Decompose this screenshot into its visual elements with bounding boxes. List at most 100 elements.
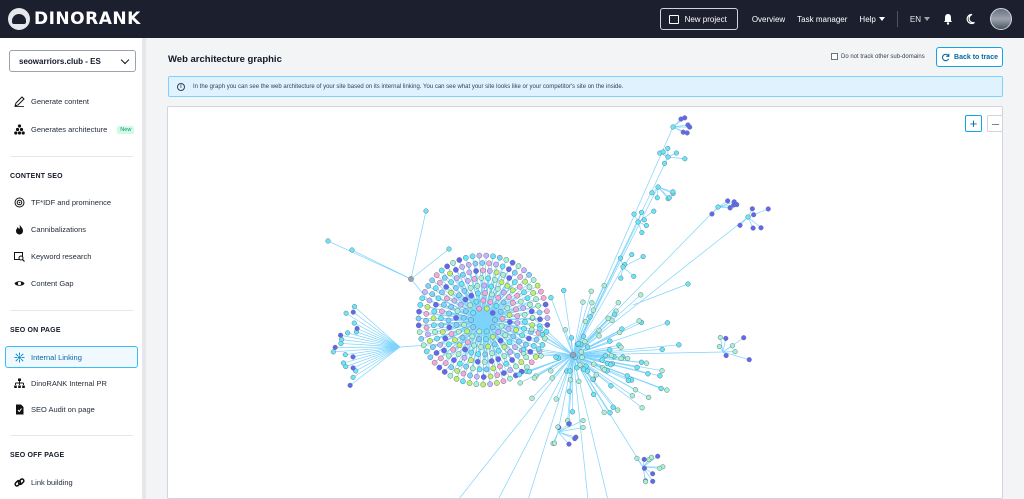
graph-node <box>451 357 457 363</box>
graph-node <box>509 357 515 363</box>
graph-node <box>460 370 467 377</box>
new-project-button[interactable]: New project <box>659 8 738 30</box>
back-to-trace-button[interactable]: Back to trace <box>936 47 1003 67</box>
graph-node <box>427 354 434 361</box>
graph-node <box>480 267 486 274</box>
graph-node <box>425 283 432 289</box>
info-icon: i <box>177 82 185 91</box>
language-select[interactable]: EN <box>910 15 930 24</box>
sidebar-item-generate-content[interactable]: Generate content <box>14 96 89 107</box>
graph-node <box>529 395 535 401</box>
graph-node <box>459 271 466 278</box>
graph-node <box>574 365 580 371</box>
graph-node <box>607 338 613 344</box>
graph-node <box>566 441 572 447</box>
graph-node <box>441 301 447 308</box>
graph-node <box>615 407 621 413</box>
bell-icon[interactable] <box>942 13 954 25</box>
graph-node <box>468 292 475 299</box>
sidebar-item-tfidf[interactable]: TF*IDF and prominence <box>14 197 111 208</box>
graph-node <box>424 331 431 338</box>
sidebar-item-label: Content Gap <box>31 279 74 288</box>
graph-node <box>495 329 502 335</box>
graph-node <box>553 396 559 402</box>
graph-node <box>429 277 435 284</box>
zoom-out-button[interactable]: – <box>987 115 1002 132</box>
graph-node <box>678 116 684 122</box>
zoom-in-button[interactable]: + <box>965 115 982 132</box>
graph-node <box>751 212 757 218</box>
graph-node <box>423 348 430 355</box>
subdomain-checkbox-row[interactable]: Do not track other sub-domains <box>831 53 925 60</box>
graph-node <box>472 260 479 267</box>
graph-node <box>466 269 473 276</box>
user-avatar[interactable] <box>990 8 1012 30</box>
graph-node <box>602 352 609 359</box>
graph-node <box>676 342 682 348</box>
subdomain-checkbox-label: Do not track other sub-domains <box>841 53 925 60</box>
graph-node <box>415 315 422 322</box>
chevron-down-icon <box>924 17 930 22</box>
subdomain-checkbox[interactable] <box>831 53 838 60</box>
graph-node <box>423 324 430 331</box>
graph-node <box>517 274 524 280</box>
graph-node <box>489 310 496 316</box>
graph-node <box>480 297 487 304</box>
architecture-graph[interactable] <box>168 107 1003 499</box>
sidebar-item-internal-linking[interactable]: Internal Linking <box>14 352 82 363</box>
sidebar-item-keyword-research[interactable]: Keyword research <box>14 251 91 262</box>
graph-node <box>429 291 436 297</box>
graph-node <box>444 263 451 270</box>
graph-edge <box>355 346 401 372</box>
graph-node <box>640 254 646 260</box>
graph-node <box>451 297 458 304</box>
sidebar-item-generates-architecture[interactable]: Generates architecture New <box>14 124 135 135</box>
sidebar: seowarriors.club - ES Generate content G… <box>0 38 146 499</box>
sidebar-item-cannibalizations[interactable]: Cannibalizations <box>14 224 86 235</box>
nav-overview[interactable]: Overview <box>752 15 785 24</box>
graph-node <box>457 301 464 308</box>
graph-node <box>338 332 344 338</box>
graph-node <box>596 327 602 334</box>
sidebar-item-link-building[interactable]: Link building <box>14 477 73 488</box>
sidebar-item-content-gap[interactable]: Content Gap <box>14 278 74 289</box>
graph-node <box>474 283 481 289</box>
nav-task-manager[interactable]: Task manager <box>797 15 847 24</box>
architecture-graph-panel[interactable]: + – <box>167 106 1003 499</box>
top-navbar: DINORANK New project Overview Task manag… <box>0 0 1024 38</box>
graph-node <box>526 284 533 290</box>
section-title-seo-off-page: SEO OFF PAGE <box>10 452 65 459</box>
graph-node <box>486 268 493 274</box>
link-icon <box>14 478 25 487</box>
graph-node <box>427 338 433 344</box>
graph-node <box>441 369 448 375</box>
graph-node <box>487 381 493 387</box>
graph-node <box>497 363 503 370</box>
graph-node <box>489 350 495 357</box>
graph-node <box>490 253 496 260</box>
sidebar-item-internal-pr[interactable]: DinoRANK Internal PR <box>14 378 107 389</box>
graph-node <box>438 315 444 322</box>
graph-node <box>533 296 539 302</box>
graph-node <box>660 149 666 155</box>
nav-help-dropdown[interactable]: Help <box>859 15 885 24</box>
graph-node <box>643 222 649 229</box>
graph-edge <box>557 431 575 439</box>
new-badge: New <box>117 125 135 134</box>
dinorank-logo[interactable]: DINORANK <box>8 8 141 30</box>
graph-node <box>624 373 630 379</box>
graph-node <box>495 347 502 354</box>
moon-icon[interactable] <box>966 13 978 25</box>
graph-node <box>479 260 486 266</box>
sidebar-item-seo-audit[interactable]: SEO Audit on page <box>14 404 95 415</box>
graph-node <box>447 270 453 277</box>
graph-node <box>422 289 428 295</box>
site-selector[interactable]: seowarriors.club - ES <box>9 50 136 72</box>
graph-node <box>453 267 459 273</box>
graph-node <box>506 339 513 346</box>
graph-node <box>527 348 534 355</box>
graph-node <box>624 355 631 362</box>
graph-node <box>474 358 481 365</box>
graph-node <box>596 333 602 339</box>
graph-node <box>725 198 731 204</box>
